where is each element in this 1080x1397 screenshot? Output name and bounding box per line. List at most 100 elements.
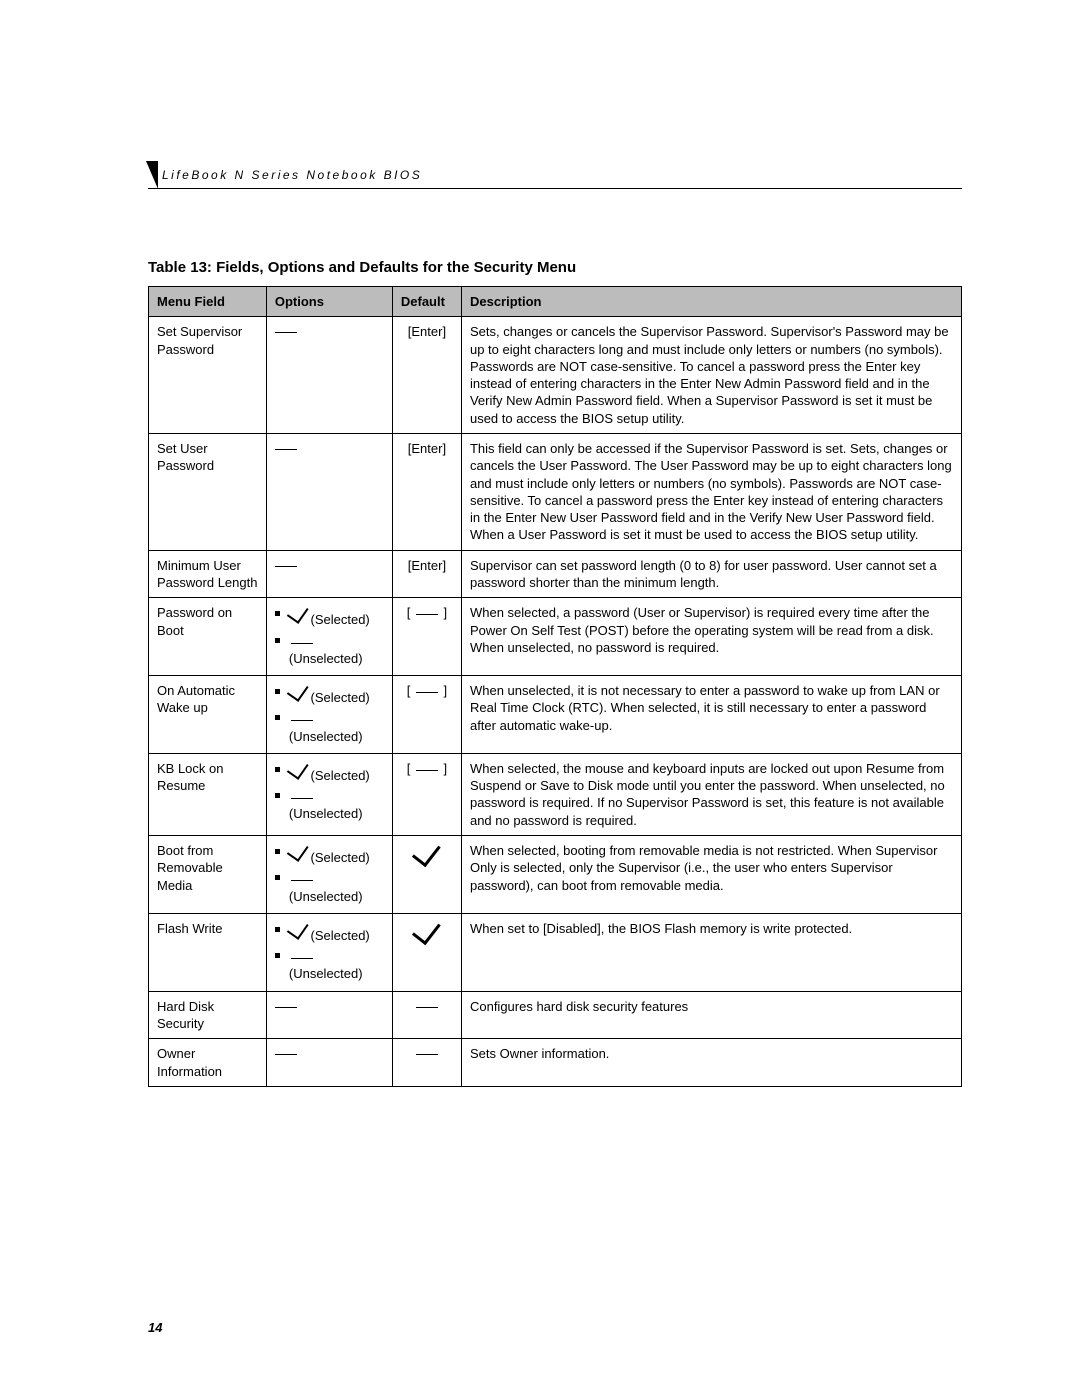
check-icon: [287, 757, 309, 780]
description-cell: Configures hard disk security features: [461, 991, 961, 1039]
dash-icon: [275, 1054, 297, 1055]
menu-field-cell: Hard Disk Security: [149, 991, 267, 1039]
check-icon: [287, 917, 309, 940]
default-cell: [392, 753, 461, 835]
dash-icon: [275, 566, 297, 567]
options-cell: (Selected) (Unselected): [266, 676, 392, 754]
table-row: Owner Information Sets Owner information.: [149, 1039, 962, 1087]
page-number: 14: [148, 1320, 162, 1335]
options-cell: (Selected) (Unselected): [266, 753, 392, 835]
check-icon: [287, 679, 309, 702]
security-menu-table: Menu Field Options Default Description S…: [148, 286, 962, 1087]
default-cell: [392, 836, 461, 914]
table-title: Table 13: Fields, Options and Defaults f…: [148, 259, 962, 276]
menu-field-cell: Minimum User Password Length: [149, 550, 267, 598]
running-head-text: LifeBook N Series Notebook BIOS: [162, 168, 422, 182]
default-cell: [Enter]: [392, 550, 461, 598]
dash-icon: [275, 1007, 297, 1008]
description-cell: When unselected, it is not necessary to …: [461, 676, 961, 754]
blank-line-icon: [416, 692, 438, 693]
blank-line-icon: [291, 958, 313, 959]
blank-line-icon: [291, 798, 313, 799]
menu-field-cell: KB Lock on Resume: [149, 753, 267, 835]
blank-line-icon: [416, 770, 438, 771]
option-unselected: (Unselected): [275, 708, 384, 747]
option-selected-label: (Selected): [311, 850, 370, 865]
dash-icon: [416, 1054, 438, 1055]
blank-line-icon: [291, 643, 313, 644]
default-cell: [392, 598, 461, 676]
option-selected-label: (Selected): [311, 690, 370, 705]
option-unselected-label: (Unselected): [289, 806, 363, 821]
option-selected-label: (Selected): [311, 612, 370, 627]
option-unselected: (Unselected): [275, 631, 384, 670]
option-unselected-label: (Unselected): [289, 966, 363, 981]
option-selected: (Selected): [275, 920, 384, 946]
page: LifeBook N Series Notebook BIOS Table 13…: [0, 0, 1080, 1397]
description-cell: When selected, the mouse and keyboard in…: [461, 753, 961, 835]
table-row: Set User Password [Enter]This field can o…: [149, 433, 962, 550]
blank-line-icon: [291, 720, 313, 721]
option-unselected-label: (Unselected): [289, 889, 363, 904]
default-cell: [392, 991, 461, 1039]
table-row: Flash Write (Selected) (Unselected) When …: [149, 913, 962, 991]
check-icon: [412, 837, 441, 867]
options-cell: [266, 1039, 392, 1087]
menu-field-cell: Set User Password: [149, 433, 267, 550]
dash-icon: [275, 449, 297, 450]
option-selected: (Selected): [275, 604, 384, 630]
description-cell: Sets, changes or cancels the Supervisor …: [461, 317, 961, 434]
check-icon: [287, 601, 309, 624]
col-header-field: Menu Field: [149, 287, 267, 317]
options-cell: [266, 991, 392, 1039]
description-cell: When selected, booting from removable me…: [461, 836, 961, 914]
default-cell: [Enter]: [392, 433, 461, 550]
description-cell: When set to [Disabled], the BIOS Flash m…: [461, 913, 961, 991]
bracket-blank-icon: [407, 761, 447, 776]
table-row: Set Supervisor Password[Enter]Sets, chan…: [149, 317, 962, 434]
option-selected: (Selected): [275, 760, 384, 786]
col-header-description: Description: [461, 287, 961, 317]
menu-field-cell: Owner Information: [149, 1039, 267, 1087]
bracket-blank-icon: [407, 605, 447, 620]
option-selected-label: (Selected): [311, 928, 370, 943]
options-list: (Selected) (Unselected): [275, 604, 384, 669]
options-list: (Selected) (Unselected): [275, 760, 384, 825]
description-cell: When selected, a password (User or Super…: [461, 598, 961, 676]
options-cell: (Selected) (Unselected): [266, 598, 392, 676]
blank-line-icon: [416, 614, 438, 615]
options-cell: (Selected) (Unselected): [266, 836, 392, 914]
header-corner-icon: [146, 161, 158, 189]
menu-field-cell: On Automatic Wake up: [149, 676, 267, 754]
option-unselected-label: (Unselected): [289, 729, 363, 744]
options-cell: [266, 550, 392, 598]
table-row: Boot from Removable Media (Selected) (Un…: [149, 836, 962, 914]
default-cell: [392, 913, 461, 991]
dash-icon: [416, 1007, 438, 1008]
check-icon: [412, 915, 441, 945]
option-unselected-label: (Unselected): [289, 651, 363, 666]
table-row: On Automatic Wake up (Selected) (Unselec…: [149, 676, 962, 754]
table-header-row: Menu Field Options Default Description: [149, 287, 962, 317]
check-icon: [287, 839, 309, 862]
menu-field-cell: Password on Boot: [149, 598, 267, 676]
description-cell: This field can only be accessed if the S…: [461, 433, 961, 550]
table-row: Minimum User Password Length[Enter]Super…: [149, 550, 962, 598]
bracket-blank-icon: [407, 683, 447, 698]
default-cell: [Enter]: [392, 317, 461, 434]
option-unselected: (Unselected): [275, 946, 384, 985]
col-header-default: Default: [392, 287, 461, 317]
col-header-options: Options: [266, 287, 392, 317]
option-selected-label: (Selected): [311, 768, 370, 783]
menu-field-cell: Flash Write: [149, 913, 267, 991]
options-cell: [266, 433, 392, 550]
option-unselected: (Unselected): [275, 786, 384, 825]
default-cell: [392, 1039, 461, 1087]
options-list: (Selected) (Unselected): [275, 682, 384, 747]
running-head: LifeBook N Series Notebook BIOS: [148, 168, 962, 189]
description-cell: Sets Owner information.: [461, 1039, 961, 1087]
options-list: (Selected) (Unselected): [275, 842, 384, 907]
table-row: Hard Disk Security Configures hard disk s…: [149, 991, 962, 1039]
default-cell: [392, 676, 461, 754]
dash-icon: [275, 332, 297, 333]
